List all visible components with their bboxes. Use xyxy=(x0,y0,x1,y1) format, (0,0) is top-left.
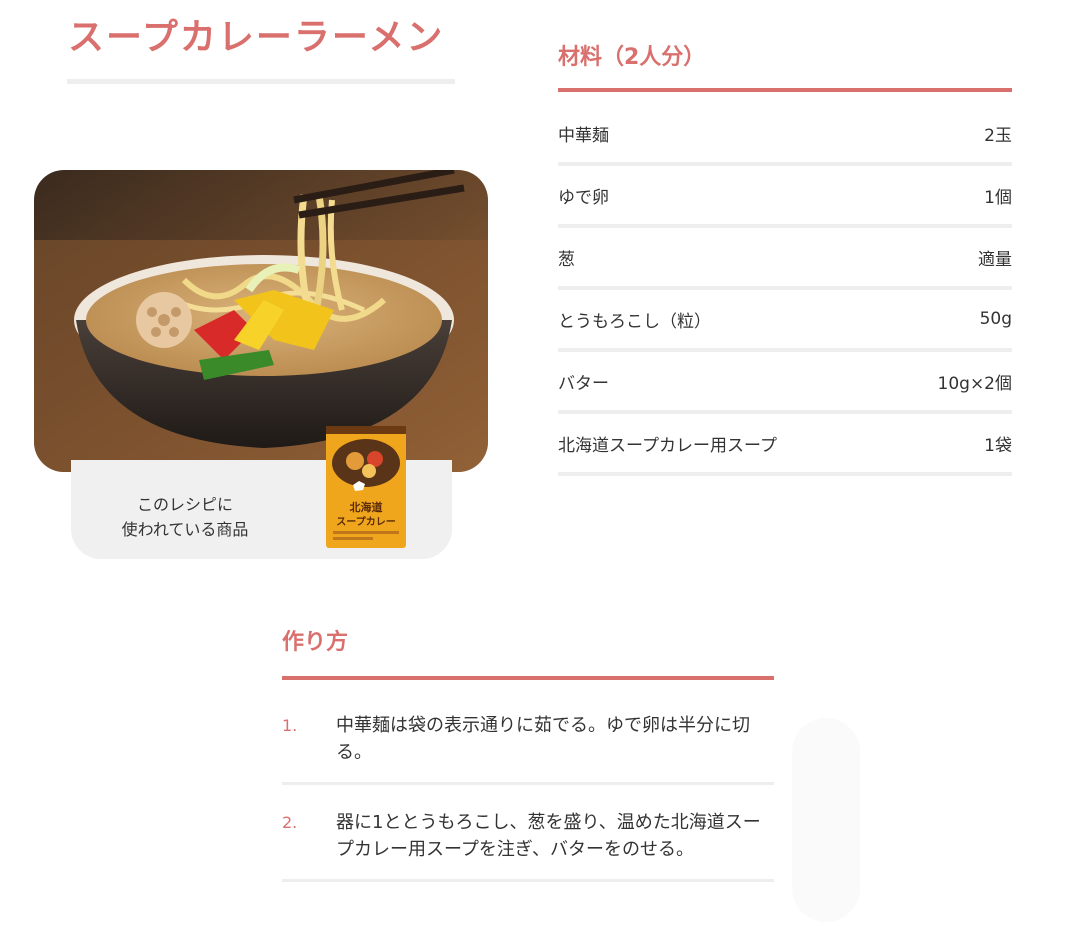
recipe-photo xyxy=(34,170,488,472)
product-caption-line1: このレシピに xyxy=(136,495,233,514)
ingredient-row: ゆで卵 1個 xyxy=(558,166,1012,228)
ingredient-name: 北海道スープカレー用スープ xyxy=(558,435,777,456)
product-package[interactable]: 北海道 スープカレー xyxy=(325,425,407,549)
ingredient-amount: 2玉 xyxy=(984,125,1012,146)
floating-scroll-button[interactable] xyxy=(792,718,860,922)
ingredient-amount: 適量 xyxy=(978,249,1012,270)
soup-curry-ramen-photo xyxy=(34,170,488,472)
ingredient-name: バター xyxy=(558,373,609,394)
ingredient-amount: 1個 xyxy=(984,187,1012,208)
ingredient-row: 中華麺 2玉 xyxy=(558,104,1012,166)
method-steps: 1. 中華麺は袋の表示通りに茹でる。ゆで卵は半分に切る。 2. 器に1ととうもろ… xyxy=(282,700,774,894)
ingredient-amount: 10g×2個 xyxy=(937,373,1012,394)
package-title-line1: 北海道 xyxy=(350,500,383,514)
ingredient-name: とうもろこし（粒） xyxy=(558,311,711,332)
package-title-line2: スープカレー xyxy=(336,515,395,528)
product-caption: このレシピに 使われている商品 xyxy=(100,492,270,542)
ingredient-row: 北海道スープカレー用スープ 1袋 xyxy=(558,414,1012,476)
ingredient-row: とうもろこし（粒） 50g xyxy=(558,290,1012,352)
ingredients-list: 中華麺 2玉 ゆで卵 1個 葱 適量 とうもろこし（粒） 50g バター 10g×2個 北… xyxy=(558,104,1012,476)
step-item: 1. 中華麺は袋の表示通りに茹でる。ゆで卵は半分に切る。 xyxy=(282,700,774,785)
ingredient-name: 中華麺 xyxy=(558,125,609,146)
step-text: 中華麺は袋の表示通りに茹でる。ゆで卵は半分に切る。 xyxy=(336,715,750,763)
ingredient-amount: 1袋 xyxy=(984,435,1012,456)
curry-package-image: 北海道 スープカレー xyxy=(326,426,406,548)
method-heading-rule xyxy=(282,676,774,680)
ingredient-name: ゆで卵 xyxy=(558,187,609,208)
step-text: 器に1ととうもろこし、葱を盛り、温めた北海道スープカレー用スープを注ぎ、バターを… xyxy=(336,812,761,860)
ingredients-heading: 材料（2人分） xyxy=(558,45,706,70)
product-caption-line2: 使われている商品 xyxy=(121,520,249,539)
ingredient-name: 葱 xyxy=(558,249,575,270)
step-number: 2. xyxy=(282,813,298,832)
method-heading: 作り方 xyxy=(282,630,349,655)
ingredient-row: バター 10g×2個 xyxy=(558,352,1012,414)
ingredients-heading-rule xyxy=(558,88,1012,92)
title-divider xyxy=(67,79,455,84)
ingredient-row: 葱 適量 xyxy=(558,228,1012,290)
recipe-title: スープカレーラーメン xyxy=(68,17,445,58)
ingredient-amount: 50g xyxy=(979,309,1012,329)
step-item: 2. 器に1ととうもろこし、葱を盛り、温めた北海道スープカレー用スープを注ぎ、バ… xyxy=(282,797,774,882)
step-number: 1. xyxy=(282,716,298,735)
